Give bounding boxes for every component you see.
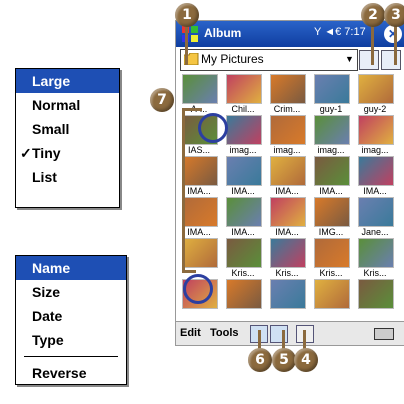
camera-button[interactable]	[270, 325, 288, 343]
thumbnail-caption: IMA...	[275, 227, 299, 237]
thumbnail-caption: IMA...	[363, 186, 387, 196]
thumbnail-caption: guy-2	[363, 104, 387, 114]
leader-line	[182, 108, 202, 111]
volume-icon: ◄€	[324, 26, 342, 38]
clock: 7:17	[344, 26, 366, 38]
leader-line	[282, 330, 285, 350]
callout-4: 4	[294, 348, 318, 372]
menu-item-list[interactable]: List	[16, 165, 119, 189]
menu-bar: Edit Tools	[176, 321, 404, 345]
sort-button[interactable]	[359, 50, 379, 70]
thumbnail-caption: guy-1	[319, 104, 343, 114]
photo-thumbnail[interactable]	[270, 115, 306, 145]
zoom-button[interactable]	[381, 50, 401, 70]
photo-thumbnail[interactable]	[226, 238, 262, 268]
chevron-down-icon: ▼	[345, 54, 354, 64]
thumbnail-caption: IMG...	[318, 227, 344, 237]
thumbnail-caption: IMA...	[231, 186, 255, 196]
thumbnail-caption: Crim...	[273, 104, 301, 114]
signal-icon: Y	[314, 26, 322, 38]
thumbnail-caption: imag...	[361, 145, 389, 155]
photo-thumbnail[interactable]	[358, 197, 394, 227]
leader-line	[182, 108, 185, 273]
thumbnail-caption: IMA...	[231, 227, 255, 237]
leader-line	[185, 25, 188, 65]
selection-highlight	[198, 113, 228, 143]
photo-thumbnail[interactable]	[270, 197, 306, 227]
photo-thumbnail[interactable]	[314, 115, 350, 145]
thumbnail-caption: IMA...	[275, 186, 299, 196]
menu-item-name[interactable]: Name	[16, 256, 126, 280]
callout-6: 6	[248, 348, 272, 372]
device-screen: Album Y ◄€ 7:17 ✕ My Pictures ▼ A-...Chi…	[175, 20, 404, 346]
keyboard-icon[interactable]	[374, 328, 394, 340]
leader-line	[182, 270, 196, 273]
photo-thumbnail[interactable]	[182, 238, 218, 268]
edit-menu[interactable]: Edit	[180, 327, 201, 339]
photo-thumbnail[interactable]	[358, 156, 394, 186]
photo-thumbnail[interactable]	[314, 197, 350, 227]
photo-thumbnail[interactable]	[226, 74, 262, 104]
folder-name: My Pictures	[201, 52, 264, 66]
thumbnail-caption: imag...	[273, 145, 301, 155]
photo-thumbnail[interactable]	[314, 279, 350, 309]
leader-line	[303, 330, 306, 350]
photo-thumbnail[interactable]	[182, 156, 218, 186]
leader-line	[371, 25, 374, 65]
callout-1: 1	[175, 3, 199, 27]
selection-highlight	[183, 274, 213, 304]
photo-thumbnail[interactable]	[358, 74, 394, 104]
photo-thumbnail[interactable]	[358, 279, 394, 309]
thumbnail-caption: Chil...	[231, 104, 255, 114]
sort-menu: Name Size Date Type Reverse	[15, 255, 127, 385]
thumbnail-caption: Kris...	[363, 268, 387, 278]
close-icon[interactable]: ✕	[384, 25, 402, 43]
menu-item-tiny[interactable]: ✓ Tiny	[16, 141, 119, 165]
folder-dropdown[interactable]: My Pictures ▼	[180, 49, 358, 71]
callout-5: 5	[272, 348, 296, 372]
thumbnail-caption: imag...	[229, 145, 257, 155]
photo-thumbnail[interactable]	[182, 197, 218, 227]
check-icon: ✓	[20, 145, 32, 161]
photo-thumbnail[interactable]	[358, 115, 394, 145]
windows-start-icon[interactable]	[181, 25, 199, 43]
photo-thumbnail[interactable]	[314, 238, 350, 268]
thumbnail-caption: IMA...	[319, 186, 343, 196]
menu-divider	[24, 356, 118, 357]
thumbnail-caption: Kris...	[231, 268, 255, 278]
menu-item-small[interactable]: Small	[16, 117, 119, 141]
thumbnail-caption: Kris...	[319, 268, 343, 278]
tools-menu[interactable]: Tools	[210, 327, 239, 339]
photo-thumbnail[interactable]	[226, 279, 262, 309]
thumbnail-caption: Jane...	[361, 227, 389, 237]
app-title: Album	[204, 26, 242, 40]
menu-item-type[interactable]: Type	[16, 328, 126, 352]
callout-7: 7	[150, 88, 174, 112]
photo-thumbnail[interactable]	[270, 238, 306, 268]
menu-item-normal[interactable]: Normal	[16, 93, 119, 117]
status-area[interactable]: Y ◄€ 7:17	[314, 26, 366, 38]
menu-item-date[interactable]: Date	[16, 304, 126, 328]
callout-2: 2	[361, 3, 385, 27]
thumbnail-caption: Kris...	[275, 268, 299, 278]
photo-thumbnail[interactable]	[270, 279, 306, 309]
menu-item-large[interactable]: Large	[16, 69, 119, 93]
photo-thumbnail[interactable]	[314, 156, 350, 186]
photo-thumbnail[interactable]	[226, 156, 262, 186]
menu-item-reverse[interactable]: Reverse	[16, 361, 126, 385]
thumbnail-caption: imag...	[317, 145, 345, 155]
photo-thumbnail[interactable]	[270, 156, 306, 186]
menu-item-size[interactable]: Size	[16, 280, 126, 304]
photo-thumbnail[interactable]	[182, 74, 218, 104]
photo-thumbnail[interactable]	[226, 197, 262, 227]
leader-line	[394, 25, 397, 65]
leader-line	[258, 330, 261, 350]
callout-3: 3	[384, 3, 404, 27]
photo-thumbnail[interactable]	[358, 238, 394, 268]
photo-thumbnail[interactable]	[226, 115, 262, 145]
menu-item-tiny-label: Tiny	[32, 145, 61, 161]
zoom-menu: Large Normal Small ✓ Tiny List	[15, 68, 120, 208]
photo-thumbnail[interactable]	[314, 74, 350, 104]
photo-thumbnail[interactable]	[270, 74, 306, 104]
